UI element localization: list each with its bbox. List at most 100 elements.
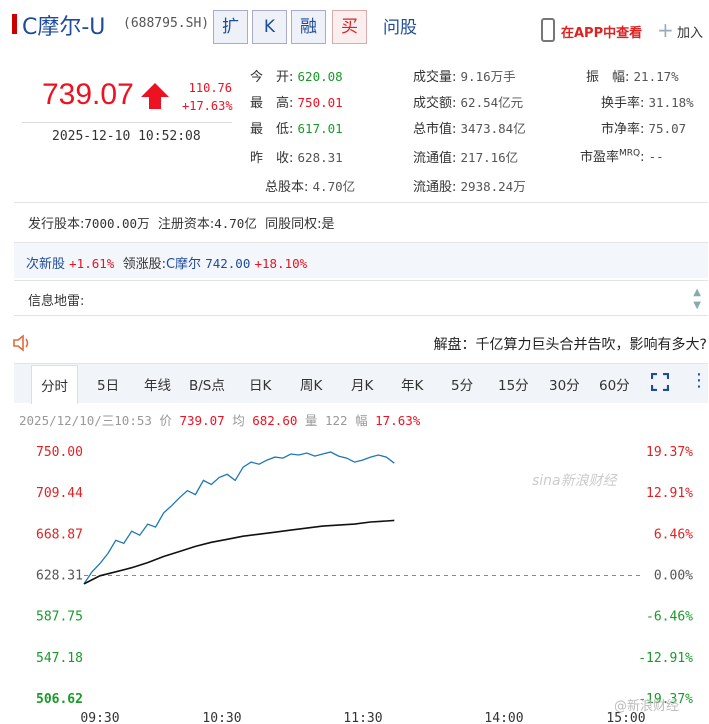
stat-open: 今 开: 620.08: [250, 66, 343, 85]
open-in-app-link[interactable]: 在APP中查看: [561, 22, 642, 41]
meta-avg: 682.60: [252, 413, 298, 428]
stat-value: 750.01: [297, 95, 343, 110]
tab-intraday[interactable]: 分时: [31, 365, 78, 404]
stat-label: 成交量:: [413, 70, 457, 85]
scroll-down-icon[interactable]: ▼: [693, 299, 701, 312]
tab-15min[interactable]: 15分: [498, 374, 529, 394]
issue-shares-value: 7000.00万: [84, 216, 150, 231]
stat-label: 最 低:: [250, 122, 294, 137]
stat-value: --: [648, 149, 664, 164]
tab-5min[interactable]: 5分: [451, 374, 473, 394]
stat-market-cap: 总市值: 3473.84亿: [413, 118, 526, 137]
stat-amplitude: 振 幅: 21.17%: [586, 66, 679, 85]
stat-value: 9.16万手: [460, 69, 516, 84]
stock-header: C摩尔-U (688795.SH) 扩 K 融 买 问股 在APP中查看 + 加…: [0, 0, 709, 50]
y-left-tick: 709.44: [36, 486, 83, 501]
x-tick: 11:30: [343, 711, 382, 724]
y-left-tick: 506.62: [36, 692, 83, 707]
tab-60min[interactable]: 60分: [599, 374, 630, 394]
scroll-up-icon[interactable]: ▲: [693, 286, 701, 299]
meta-amp: 17.63%: [375, 413, 421, 428]
tag-margin-button[interactable]: 融: [291, 10, 326, 44]
stat-label: 市盈率: [580, 150, 620, 165]
phone-icon: [541, 18, 555, 42]
chart-tabs: 分时 5日 年线 B/S点 日K 周K 月K 年K 5分 15分 30分 60分…: [14, 363, 708, 404]
stat-label: 流通值:: [413, 151, 457, 166]
brand-bar: [12, 14, 17, 34]
stock-name: C摩尔-U: [22, 15, 106, 40]
tab-bs-points[interactable]: B/S点: [189, 374, 225, 394]
tab-weekly-k[interactable]: 周K: [300, 374, 322, 394]
meta-date: 2025/12/10/三10:53: [19, 413, 152, 428]
tab-daily-k[interactable]: 日K: [249, 374, 271, 394]
meta-price-label: 价: [159, 413, 172, 428]
plus-icon[interactable]: +: [657, 18, 674, 42]
y-right-tick: -6.46%: [646, 610, 693, 625]
tag-expand-button[interactable]: 扩: [213, 10, 248, 44]
leader-stock-link[interactable]: C摩尔: [166, 257, 201, 272]
x-tick: 10:30: [202, 711, 241, 724]
y-left-tick: 628.31: [36, 569, 83, 584]
info-scroll[interactable]: ▲ ▼: [693, 286, 701, 312]
stat-total-shares: 总股本: 4.70亿: [265, 176, 355, 195]
info-mine-label: 信息地雷:: [28, 294, 85, 309]
stat-value: 3473.84亿: [460, 121, 526, 136]
stat-label: 今 开:: [250, 70, 294, 85]
news-headline-link[interactable]: 解盘：千亿算力巨头合并告吹，影响有多大?: [434, 334, 707, 354]
change-percent: +17.63%: [182, 99, 233, 113]
stat-label: 最 高:: [250, 96, 294, 111]
stat-value: 31.18%: [648, 95, 694, 110]
stat-float-cap: 流通值: 217.16亿: [413, 147, 518, 166]
x-tick: 09:30: [80, 711, 119, 724]
quote-time: 2025-12-10 10:52:08: [52, 129, 201, 144]
watermark: sina新浪财经: [532, 473, 617, 489]
up-arrow-icon: [141, 83, 169, 109]
stat-value: 62.54亿元: [460, 95, 524, 110]
meta-avg-label: 均: [232, 413, 245, 428]
more-options-icon[interactable]: ⋮: [690, 370, 708, 391]
y-left-tick: 750.00: [36, 445, 83, 460]
add-watchlist-link[interactable]: 加入: [677, 22, 703, 41]
meta-price: 739.07: [179, 413, 225, 428]
stat-label: 换手率:: [601, 96, 645, 111]
leader-price: 742.00: [205, 256, 251, 271]
sector-row: 次新股 +1.61% 领涨股:C摩尔 742.00 +18.10%: [14, 242, 708, 278]
stat-value: 217.16亿: [460, 150, 519, 165]
chart-meta: 2025/12/10/三10:53 价 739.07 均 682.60 量 12…: [19, 410, 420, 429]
stat-label: 市净率:: [601, 122, 645, 137]
current-price: 739.07: [42, 78, 134, 111]
stat-label: 总市值:: [413, 122, 457, 137]
tab-monthly-k[interactable]: 月K: [351, 374, 373, 394]
reg-capital-label: 注册资本:: [157, 217, 215, 232]
stat-value: 628.31: [297, 150, 343, 165]
y-right-tick: -12.91%: [638, 651, 693, 666]
fullscreen-icon[interactable]: [651, 373, 669, 391]
y-right-tick: 19.37%: [646, 445, 693, 460]
watermark-corner: @新浪财经: [614, 699, 680, 714]
y-left-tick: 547.18: [36, 651, 83, 666]
tab-yearly-k[interactable]: 年K: [401, 374, 423, 394]
stat-volume: 成交量: 9.16万手: [413, 66, 516, 85]
stat-pe: 市盈率MRQ: --: [580, 148, 664, 165]
stat-label: 成交额:: [413, 96, 457, 111]
stock-code: (688795.SH): [123, 16, 210, 31]
stat-float-shares: 流通股: 2938.24万: [413, 176, 526, 195]
buy-button[interactable]: 买: [332, 10, 367, 44]
stat-turnover: 成交额: 62.54亿元: [413, 92, 523, 111]
tab-yearline[interactable]: 年线: [144, 374, 171, 394]
price-change: 110.76 +17.63%: [182, 79, 233, 115]
stat-prev-close: 昨 收: 628.31: [250, 147, 343, 166]
tag-kline-button[interactable]: K: [252, 10, 287, 44]
sector-change: +1.61%: [69, 256, 115, 271]
tab-5day[interactable]: 5日: [97, 374, 119, 394]
divider: [22, 122, 232, 123]
stat-label: 振 幅:: [586, 70, 630, 85]
info-mine-row: 信息地雷:: [14, 280, 708, 316]
news-bar: 解盘：千亿算力巨头合并告吹，影响有多大?: [0, 330, 709, 356]
ask-stock-link[interactable]: 问股: [383, 13, 417, 38]
stat-label: 总股本:: [265, 180, 309, 195]
speaker-icon: [13, 334, 29, 352]
y-left-tick: 587.75: [36, 610, 83, 625]
tab-30min[interactable]: 30分: [549, 374, 580, 394]
sector-link[interactable]: 次新股: [26, 257, 65, 272]
